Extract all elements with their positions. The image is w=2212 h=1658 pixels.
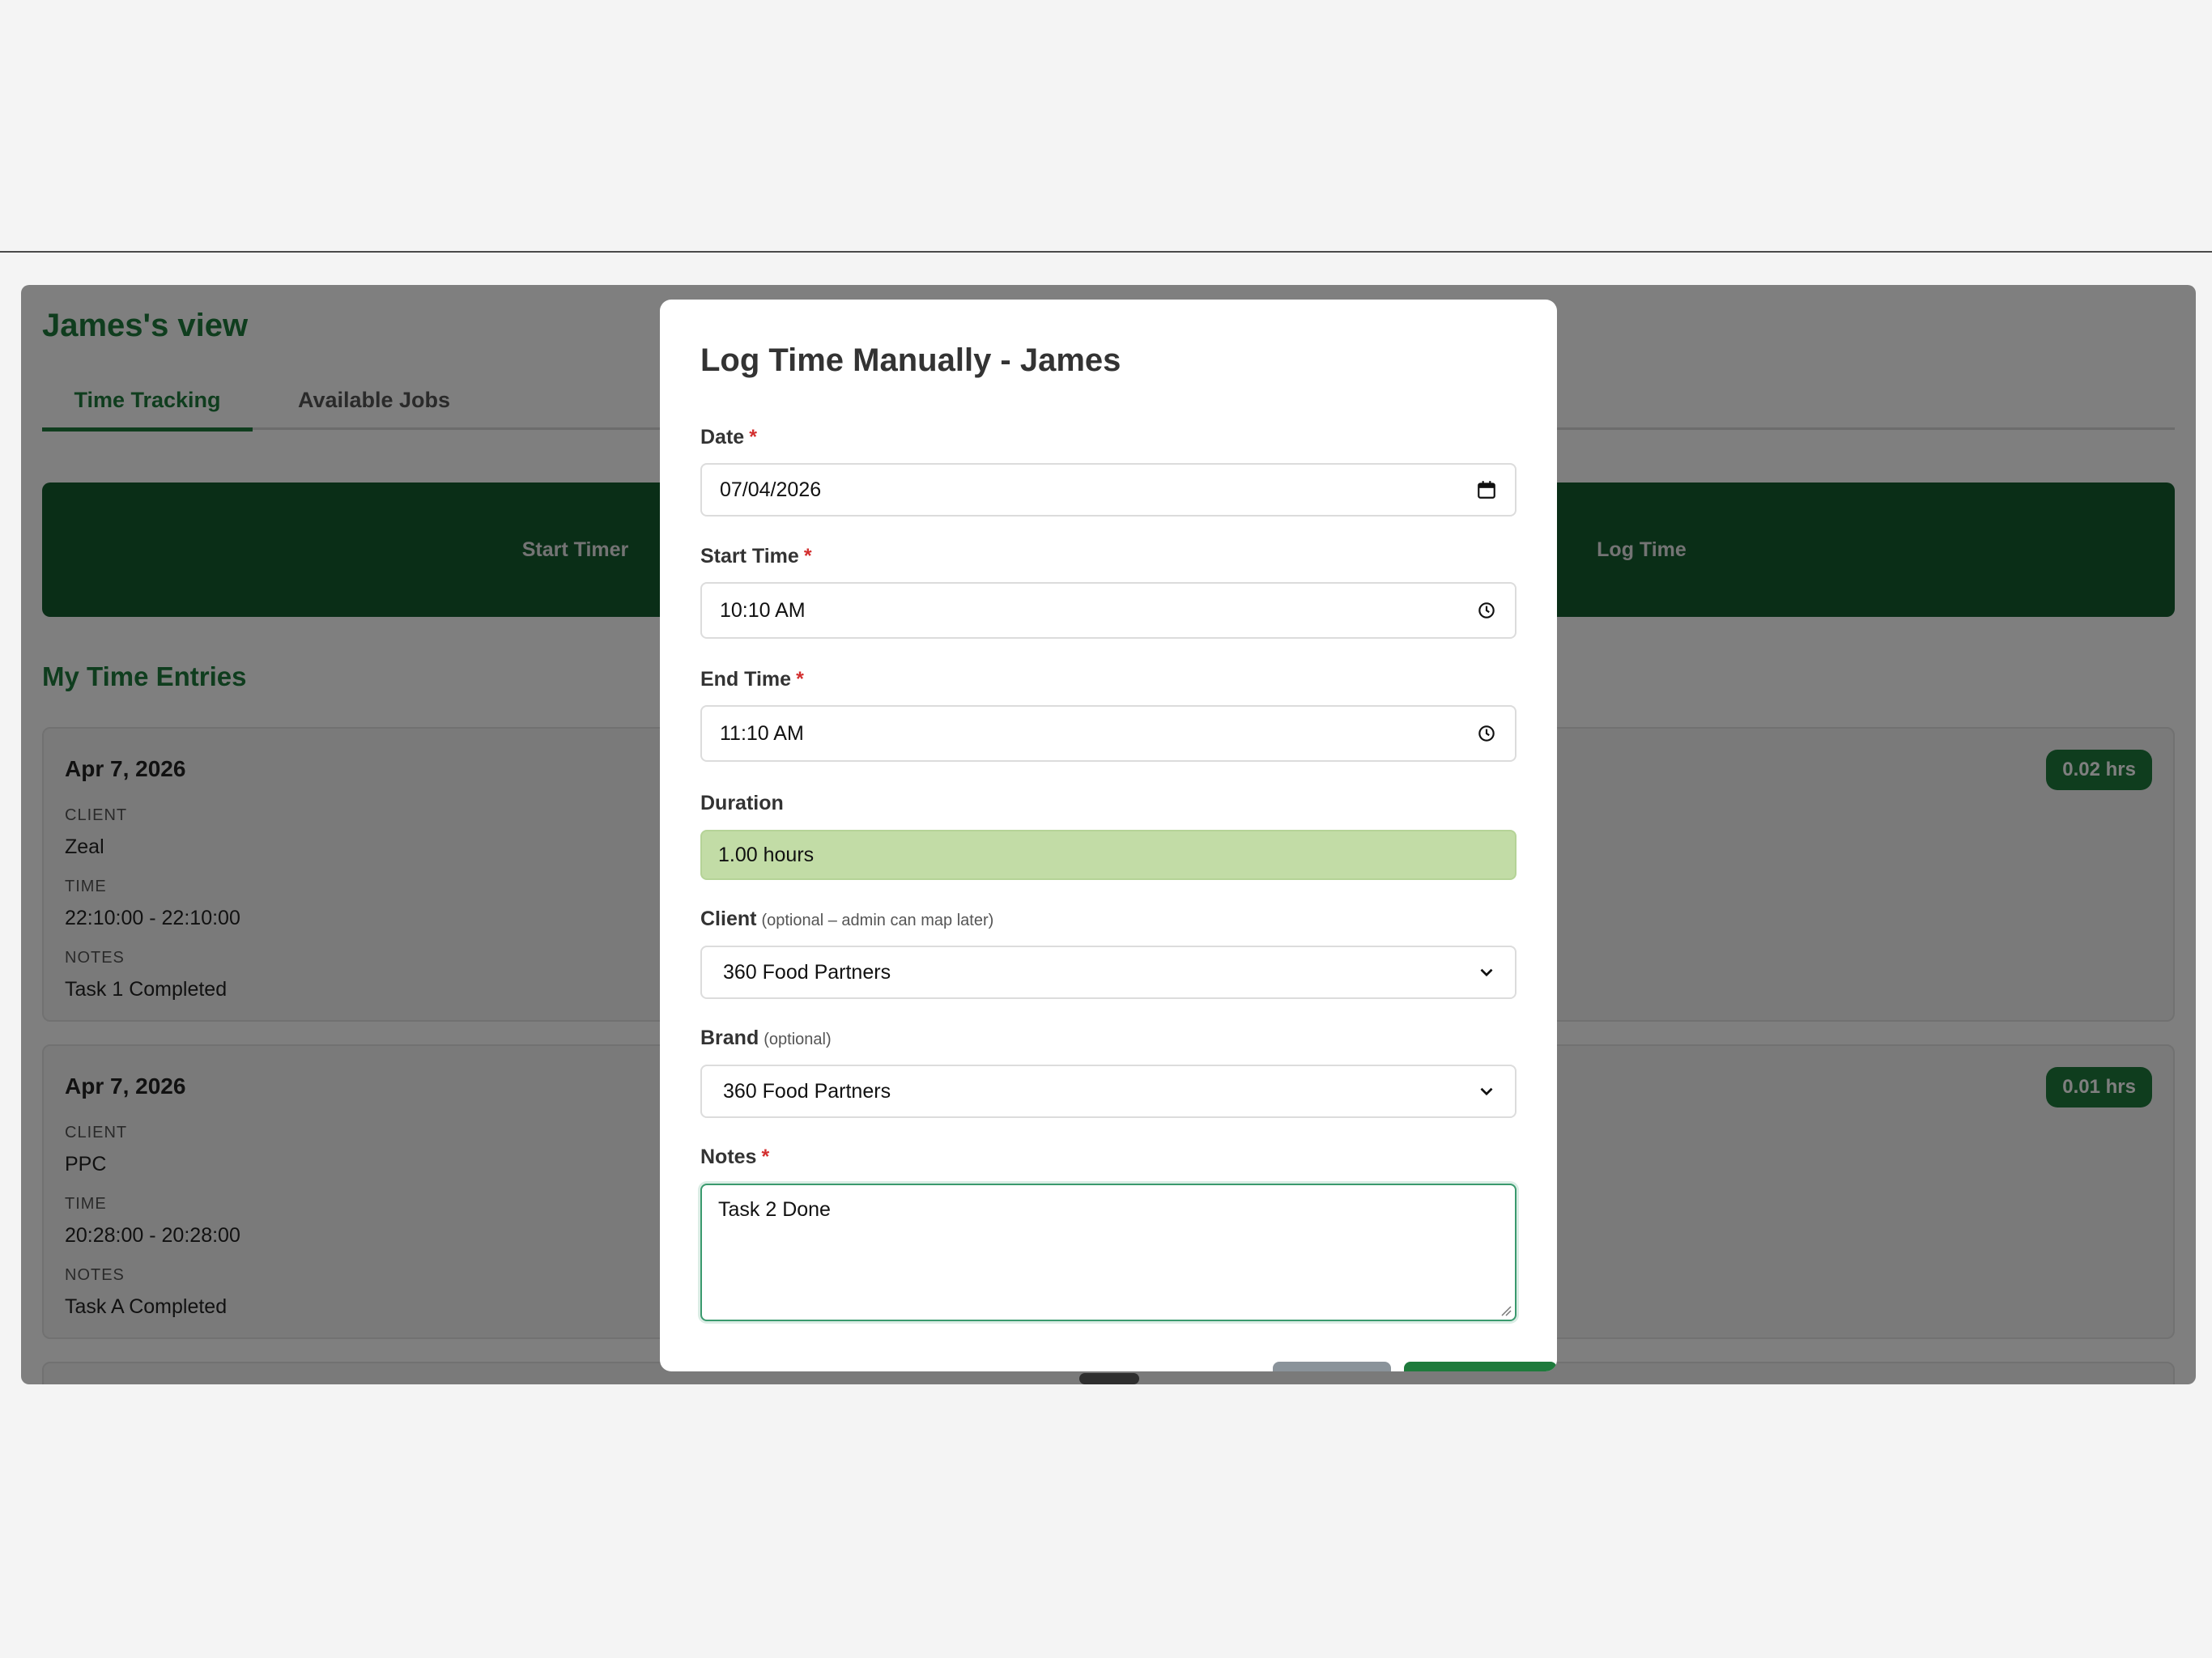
modal-title: Log Time Manually - James <box>700 342 1121 378</box>
start-time-input[interactable]: 10:10 AM <box>700 582 1516 639</box>
start-time-label: Start Time * <box>700 545 812 568</box>
top-divider <box>0 251 2212 253</box>
required-marker: * <box>761 1146 770 1168</box>
client-select[interactable]: 360 Food Partners <box>700 946 1516 999</box>
clock-icon[interactable] <box>1476 600 1497 621</box>
log-time-modal: Log Time Manually - James Date * 07/04/20… <box>660 300 1557 1371</box>
notes-textarea[interactable]: Task 2 Done <box>700 1184 1516 1321</box>
date-input[interactable]: 07/04/2026 <box>700 463 1516 517</box>
chevron-down-icon[interactable] <box>1476 1081 1497 1102</box>
duration-label: Duration <box>700 792 784 814</box>
cancel-button[interactable] <box>1273 1362 1391 1371</box>
save-button[interactable] <box>1404 1362 1557 1371</box>
duration-value: 1.00 hours <box>700 830 1516 880</box>
calendar-icon[interactable] <box>1476 479 1497 500</box>
client-label: Client (optional – admin can map later) <box>700 908 994 930</box>
start-time-value: 10:10 AM <box>720 598 806 622</box>
notes-label: Notes * <box>700 1146 770 1168</box>
required-marker: * <box>803 545 812 568</box>
brand-selected-value: 360 Food Partners <box>723 1079 891 1103</box>
client-selected-value: 360 Food Partners <box>723 960 891 984</box>
end-time-value: 11:10 AM <box>720 721 804 745</box>
notes-text: Task 2 Done <box>718 1198 831 1221</box>
brand-hint: (optional) <box>764 1031 832 1048</box>
end-time-label: End Time * <box>700 668 804 691</box>
required-marker: * <box>796 668 804 691</box>
date-label: Date * <box>700 426 757 449</box>
date-value: 07/04/2026 <box>720 478 822 501</box>
resize-handle-icon[interactable] <box>1500 1305 1512 1316</box>
brand-label: Brand (optional) <box>700 1027 832 1049</box>
end-time-input[interactable]: 11:10 AM <box>700 705 1516 762</box>
chevron-down-icon[interactable] <box>1476 962 1497 983</box>
brand-select[interactable]: 360 Food Partners <box>700 1065 1516 1118</box>
modal-scrollbar-thumb[interactable] <box>1079 1373 1139 1384</box>
clock-icon[interactable] <box>1476 723 1497 744</box>
client-hint: (optional – admin can map later) <box>761 912 994 929</box>
required-marker: * <box>749 426 757 449</box>
